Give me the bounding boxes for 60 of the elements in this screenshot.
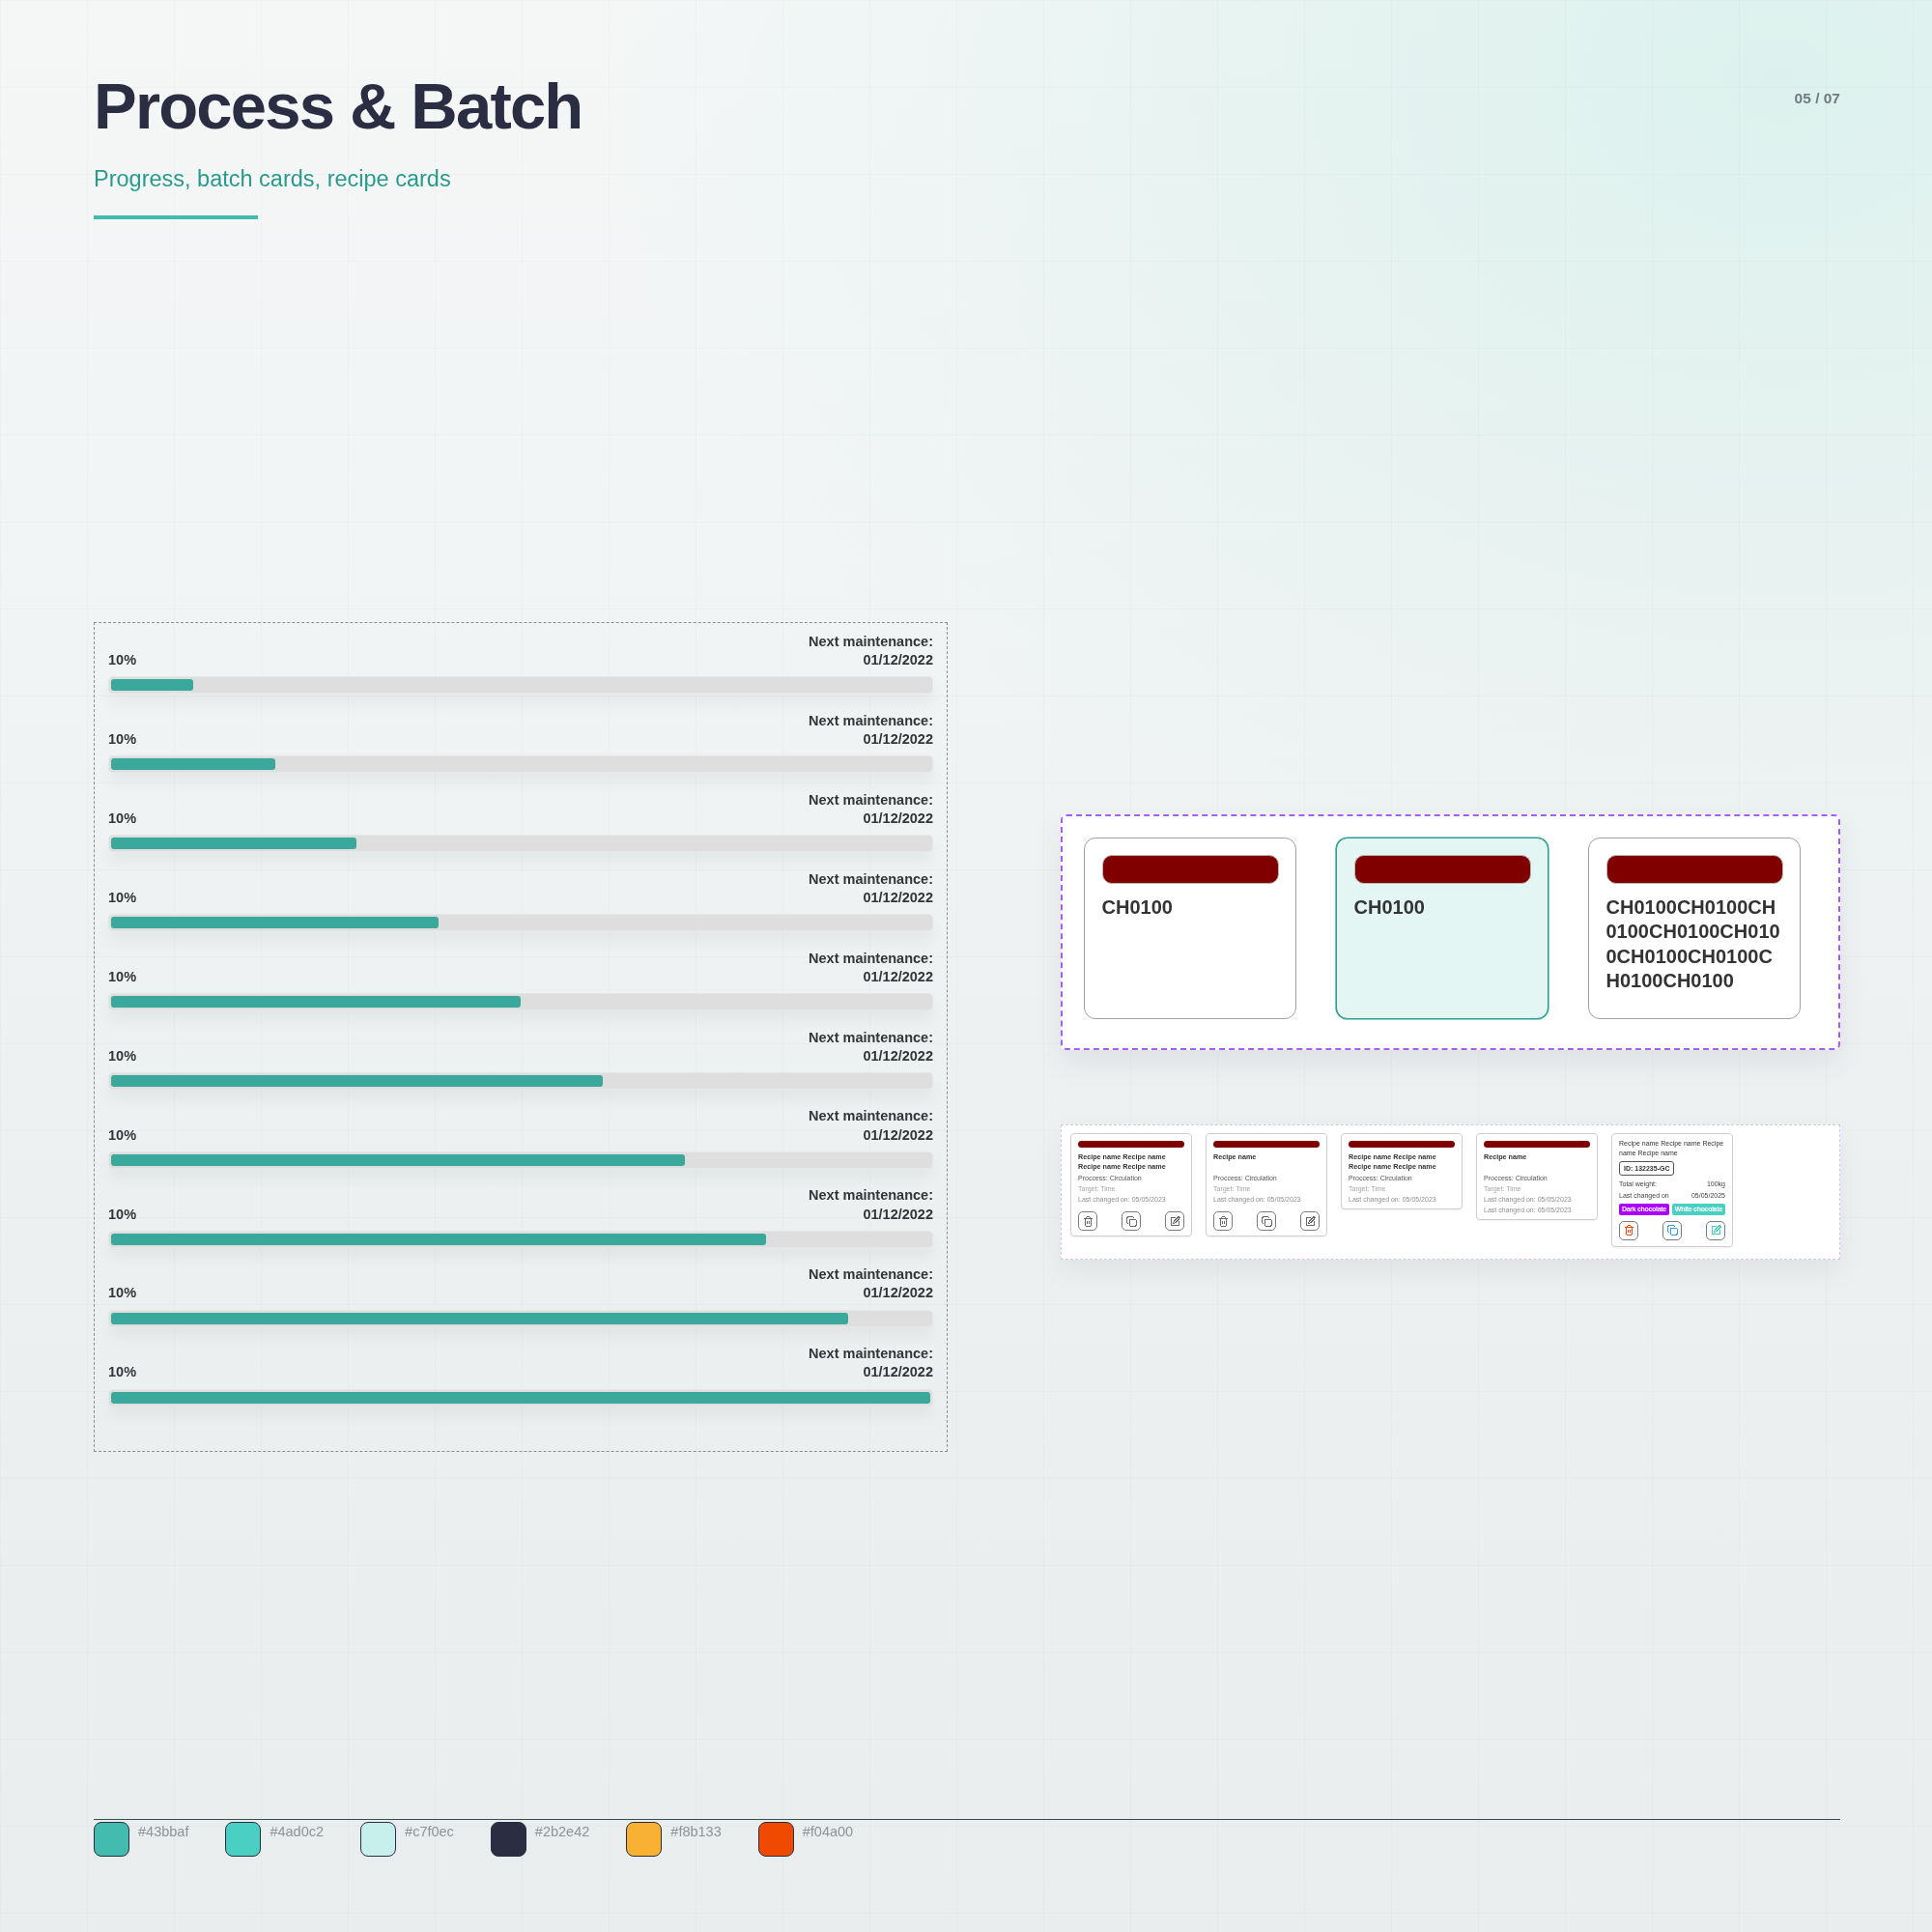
trash-icon bbox=[1217, 1215, 1229, 1227]
maintenance-label: Next maintenance: bbox=[809, 790, 933, 810]
pen-icon bbox=[1169, 1215, 1180, 1227]
page-subtitle: Progress, batch cards, recipe cards bbox=[94, 166, 451, 191]
maintenance-date: 01/12/2022 bbox=[863, 810, 933, 828]
maintenance-label: Next maintenance: bbox=[809, 1345, 933, 1364]
page-title: Process & Batch bbox=[94, 73, 582, 138]
maintenance-label: Next maintenance: bbox=[809, 949, 933, 968]
progress-percent: 10% bbox=[108, 967, 137, 986]
maintenance-date: 01/12/2022 bbox=[863, 1284, 933, 1303]
batch-card[interactable]: CH0100 bbox=[1084, 838, 1296, 1019]
progress-percent: 10% bbox=[108, 1125, 137, 1145]
maintenance-date: 01/12/2022 bbox=[863, 730, 933, 750]
swatch-label: #2b2e42 bbox=[534, 1823, 590, 1841]
swatch-label: #4ad0c2 bbox=[270, 1823, 325, 1841]
batch-code: CH0100CH0100CH0100CH0100CH0100CH0100CH0100CH0100CH0100 bbox=[1605, 895, 1781, 994]
maintenance-date: 01/12/2022 bbox=[863, 967, 933, 986]
maintenance-label: Next maintenance: bbox=[809, 1028, 933, 1047]
maintenance-label: Next maintenance: bbox=[809, 869, 933, 889]
maintenance-date: 01/12/2022 bbox=[863, 1205, 933, 1224]
maintenance-label: Next maintenance: bbox=[809, 1107, 933, 1126]
batch-card[interactable]: CH0100CH0100CH0100CH0100CH0100CH0100CH0100CH0100CH0100 bbox=[1588, 838, 1801, 1019]
progress-percent: 10% bbox=[108, 1363, 137, 1382]
swatch-label: #c7f0ec bbox=[405, 1823, 454, 1841]
page-number: 05 / 07 bbox=[1794, 90, 1840, 107]
edit-button[interactable] bbox=[1165, 1211, 1184, 1232]
maintenance-date: 01/12/2022 bbox=[863, 651, 933, 670]
copy-icon bbox=[1125, 1215, 1137, 1227]
maintenance-date: 01/12/2022 bbox=[863, 888, 933, 907]
maintenance-date: 01/12/2022 bbox=[863, 1125, 933, 1145]
trash-icon bbox=[1082, 1215, 1094, 1227]
swatch-label: #f8b133 bbox=[670, 1823, 722, 1841]
pen-icon bbox=[1304, 1215, 1316, 1227]
maintenance-date: 01/12/2022 bbox=[863, 1046, 933, 1065]
copy-button[interactable] bbox=[1257, 1211, 1276, 1232]
copy-button[interactable] bbox=[1662, 1220, 1682, 1240]
maintenance-label: Next maintenance: bbox=[809, 1265, 933, 1285]
edit-button[interactable] bbox=[1300, 1211, 1320, 1232]
progress-percent: 10% bbox=[108, 1284, 137, 1303]
progress-percent: 10% bbox=[108, 888, 137, 907]
swatch-label: #f04a00 bbox=[802, 1823, 854, 1841]
progress-percent: 10% bbox=[108, 1046, 137, 1065]
delete-button[interactable] bbox=[1078, 1211, 1097, 1232]
maintenance-label: Next maintenance: bbox=[809, 1186, 933, 1206]
batch-card[interactable]: CH0100 bbox=[1336, 838, 1548, 1019]
copy-icon bbox=[1261, 1215, 1272, 1227]
edit-button[interactable] bbox=[1706, 1220, 1725, 1240]
maintenance-label: Next maintenance: bbox=[809, 711, 933, 730]
delete-button[interactable] bbox=[1213, 1211, 1233, 1232]
progress-percent: 10% bbox=[108, 651, 137, 670]
swatch-label: #43bbaf bbox=[138, 1823, 189, 1841]
batch-code: CH0100 bbox=[1101, 895, 1174, 920]
progress-percent: 10% bbox=[108, 1205, 137, 1224]
copy-button[interactable] bbox=[1122, 1211, 1141, 1232]
progress-percent: 10% bbox=[108, 810, 137, 828]
maintenance-label: Next maintenance: bbox=[809, 633, 933, 651]
progress-percent: 10% bbox=[108, 730, 137, 750]
maintenance-date: 01/12/2022 bbox=[863, 1363, 933, 1382]
delete-button[interactable] bbox=[1619, 1220, 1638, 1240]
batch-code: CH0100 bbox=[1353, 895, 1426, 920]
